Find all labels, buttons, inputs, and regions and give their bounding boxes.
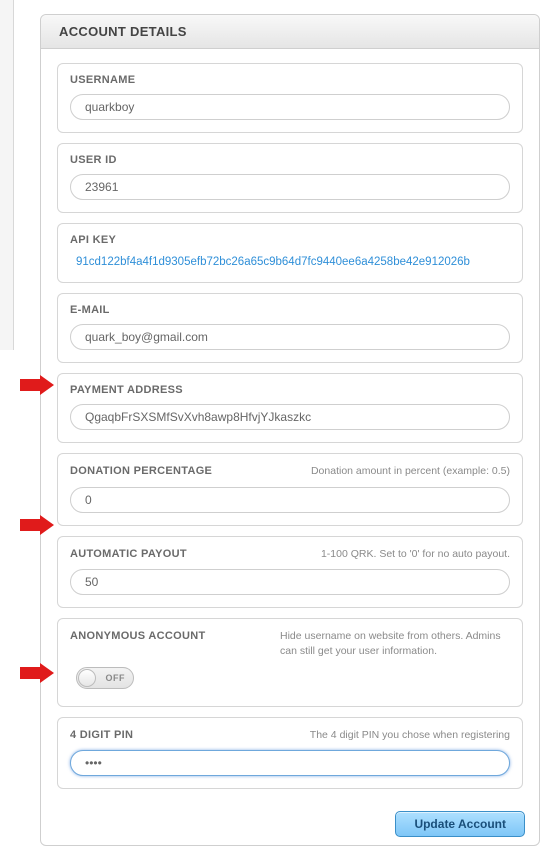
field-donation: DONATION PERCENTAGE Donation amount in p…: [57, 453, 523, 526]
apikey-link[interactable]: 91cd122bf4a4f1d9305efb72bc26a65c9b64d7fc…: [70, 254, 510, 270]
panel-body: USERNAME USER ID API KEY 91cd122bf4a4f1d…: [41, 49, 539, 845]
label-email: E-MAIL: [70, 304, 110, 316]
arrow-icon: [20, 515, 54, 535]
label-userid: USER ID: [70, 154, 117, 166]
anonymous-toggle[interactable]: OFF: [76, 667, 134, 689]
label-apikey: API KEY: [70, 234, 116, 246]
hint-donation: Donation amount in percent (example: 0.5…: [311, 464, 510, 479]
pin-input[interactable]: [70, 750, 510, 776]
label-donation: DONATION PERCENTAGE: [70, 465, 212, 477]
left-side-strip: [0, 0, 14, 350]
label-anonymous: ANONYMOUS ACCOUNT: [70, 630, 205, 642]
hint-pin: The 4 digit PIN you chose when registeri…: [310, 728, 510, 743]
arrow-icon: [20, 663, 54, 683]
donation-input[interactable]: [70, 487, 510, 513]
email-input[interactable]: [70, 324, 510, 350]
label-payment-address: PAYMENT ADDRESS: [70, 384, 183, 396]
account-details-panel: ACCOUNT DETAILS USERNAME USER ID API KEY…: [40, 14, 540, 846]
username-input[interactable]: [70, 94, 510, 120]
userid-input[interactable]: [70, 174, 510, 200]
label-autopayout: AUTOMATIC PAYOUT: [70, 548, 187, 560]
field-username: USERNAME: [57, 63, 523, 133]
autopayout-input[interactable]: [70, 569, 510, 595]
field-anonymous: ANONYMOUS ACCOUNT Hide username on websi…: [57, 618, 523, 706]
label-pin: 4 DIGIT PIN: [70, 729, 133, 741]
panel-title: ACCOUNT DETAILS: [41, 15, 539, 49]
field-apikey: API KEY 91cd122bf4a4f1d9305efb72bc26a65c…: [57, 223, 523, 283]
update-account-button[interactable]: Update Account: [395, 811, 525, 837]
field-payment-address: PAYMENT ADDRESS: [57, 373, 523, 443]
hint-autopayout: 1-100 QRK. Set to '0' for no auto payout…: [321, 547, 510, 562]
field-email: E-MAIL: [57, 293, 523, 363]
hint-anonymous: Hide username on website from others. Ad…: [280, 629, 510, 658]
arrow-icon: [20, 375, 54, 395]
field-autopayout: AUTOMATIC PAYOUT 1-100 QRK. Set to '0' f…: [57, 536, 523, 609]
toggle-knob: [78, 669, 96, 687]
field-pin: 4 DIGIT PIN The 4 digit PIN you chose wh…: [57, 717, 523, 790]
field-userid: USER ID: [57, 143, 523, 213]
toggle-state: OFF: [106, 673, 126, 683]
label-username: USERNAME: [70, 74, 135, 86]
payment-address-input[interactable]: [70, 404, 510, 430]
